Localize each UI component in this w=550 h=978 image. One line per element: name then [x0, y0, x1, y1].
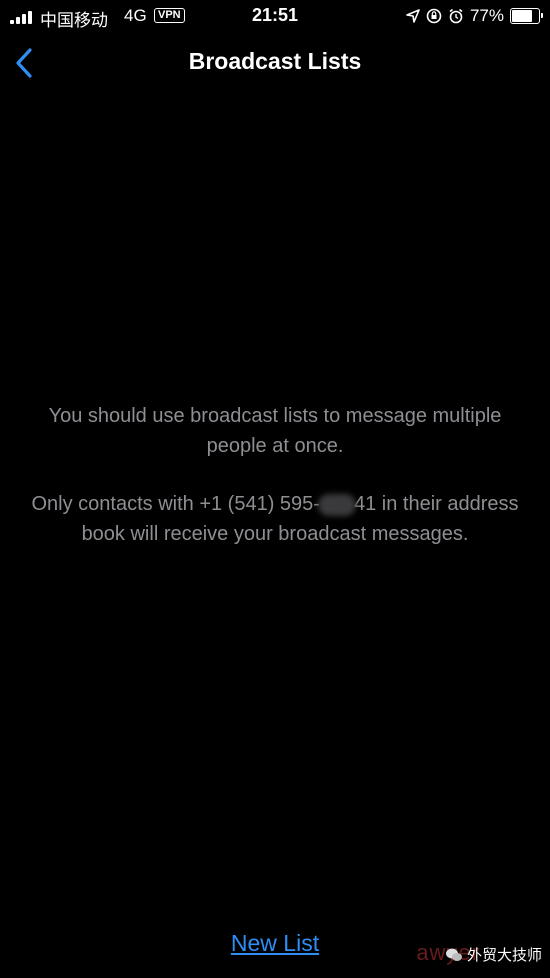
wechat-icon	[445, 948, 462, 961]
battery-fill	[512, 10, 533, 22]
page-title: Broadcast Lists	[188, 48, 362, 74]
contacts-note-before: Only contacts with +1 (541) 595-	[31, 493, 320, 515]
alarm-icon	[449, 8, 463, 24]
watermark-text: 外贸大技师	[466, 946, 542, 964]
status-bar: 中国移动 4G VPN 21:51 77%	[0, 0, 550, 34]
broadcast-contacts-note: Only contacts with +1 (541) 595- 41 in th…	[30, 489, 520, 549]
navigation-bar: Broadcast Lists	[0, 40, 550, 84]
status-right: 77%	[406, 6, 543, 26]
battery-percent: 77%	[469, 6, 504, 25]
battery-icon	[510, 8, 543, 24]
watermark: 外贸大技师	[445, 944, 542, 965]
new-list-button[interactable]: New List	[231, 930, 319, 956]
orientation-lock-icon	[426, 8, 442, 24]
redacted-number-blur	[317, 493, 356, 516]
broadcast-info-text: You should use broadcast lists to messag…	[48, 405, 502, 457]
location-icon	[406, 9, 420, 23]
